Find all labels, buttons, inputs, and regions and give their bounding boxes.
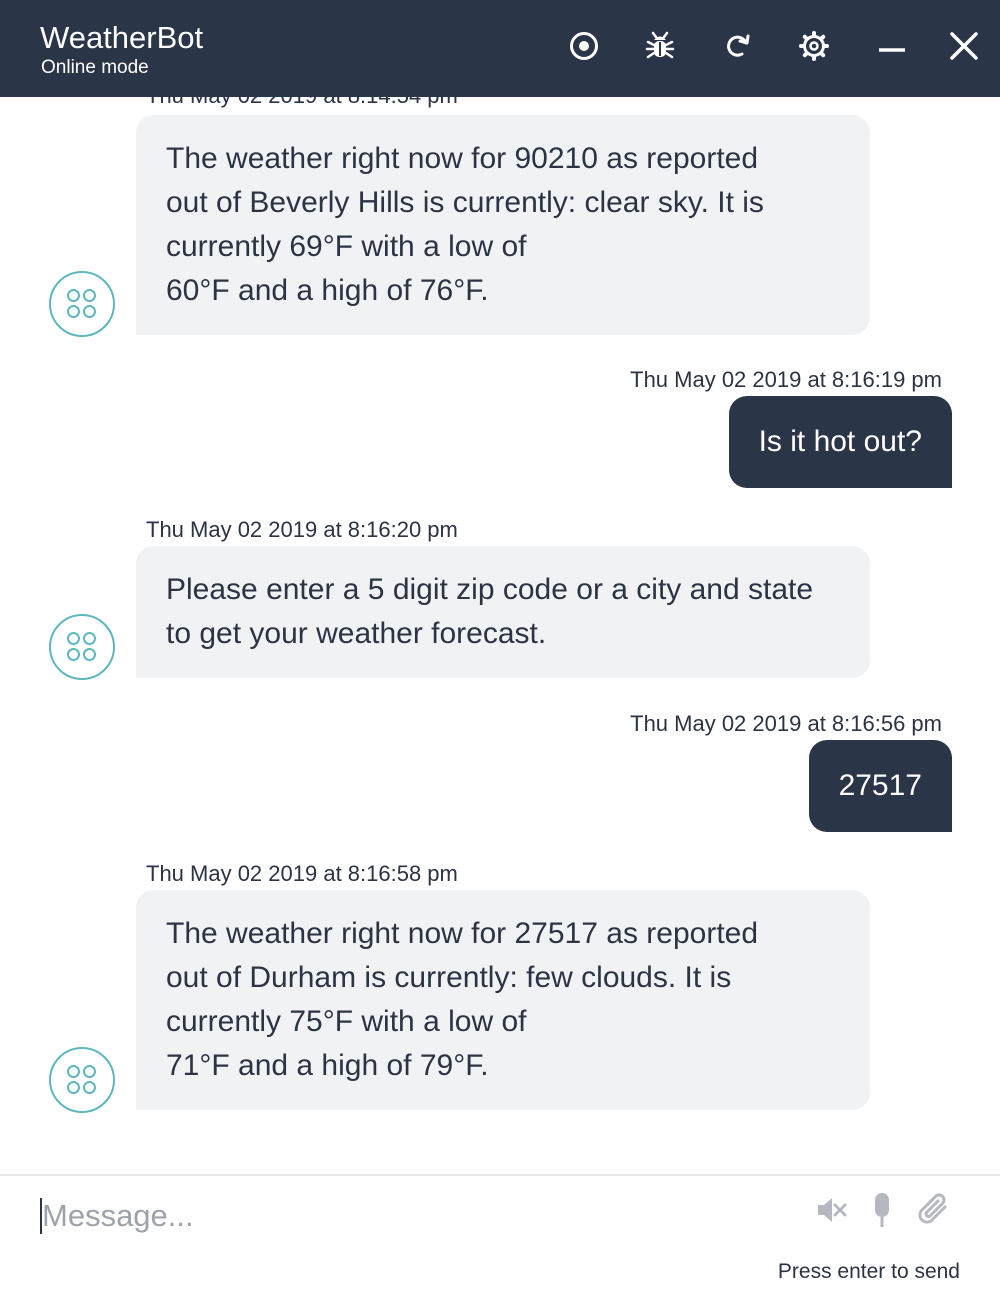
chat-header: WeatherBot Online mode — [0, 0, 1000, 97]
minimize-icon — [879, 48, 905, 52]
refresh-button[interactable] — [716, 24, 760, 68]
chat-window: WeatherBot Online mode The weather right… — [0, 0, 1000, 1296]
message-line: to get your weather forecast. — [166, 617, 547, 650]
message-line: Please enter a 5 digit zip code or a cit… — [166, 573, 814, 606]
bot-avatar — [49, 614, 115, 680]
user-message-bubble: 27517 — [808, 740, 952, 832]
message-line: 71°F and a high of 79°F. — [166, 1049, 489, 1082]
close-icon — [950, 32, 978, 60]
settings-button[interactable] — [792, 24, 836, 68]
close-button[interactable] — [942, 24, 986, 68]
paperclip-icon — [918, 1193, 947, 1224]
message-line: currently 69°F with a low of — [166, 230, 527, 263]
message-input[interactable] — [42, 1192, 782, 1240]
message-timestamp: Thu May 02 2019 at 8:16:56 pm — [630, 711, 942, 736]
bot-message-bubble: Please enter a 5 digit zip code or a cit… — [136, 546, 870, 678]
message-line: out of Beverly Hills is currently: clear… — [166, 186, 764, 219]
message-line: 60°F and a high of 76°F. — [166, 274, 489, 307]
message-timestamp: Thu May 02 2019 at 8:16:19 pm — [630, 367, 942, 392]
bot-avatar — [49, 271, 115, 337]
message-line: out of Durham is currently: few clouds. … — [166, 961, 732, 994]
connection-status: Online mode — [41, 57, 149, 78]
bot-title: WeatherBot — [40, 20, 204, 55]
voice-input-button[interactable] — [862, 1188, 902, 1232]
microphone-icon — [875, 1193, 889, 1227]
refresh-icon — [727, 34, 750, 57]
message-timestamp: Thu May 02 2019 at 8:16:58 pm — [146, 861, 458, 886]
record-icon — [570, 32, 598, 60]
message-line: The weather right now for 90210 as repor… — [166, 142, 759, 175]
message-timestamp: Thu May 02 2019 at 8:16:20 pm — [146, 517, 458, 542]
mute-button[interactable] — [812, 1188, 852, 1232]
bot-message-bubble: The weather right now for 27517 as repor… — [136, 890, 870, 1110]
message-list[interactable]: Thu May 02 2019 at 8:14:54 pm The weathe… — [0, 97, 1000, 1175]
minimize-button[interactable] — [870, 24, 914, 68]
bot-avatar — [49, 1047, 115, 1113]
speaker-muted-icon — [818, 1198, 847, 1222]
bug-icon — [645, 31, 675, 59]
message-line: The weather right now for 27517 as repor… — [166, 917, 759, 950]
record-button[interactable] — [562, 24, 606, 68]
gear-icon — [799, 31, 829, 61]
bot-message-bubble: The weather right now for 90210 as repor… — [136, 115, 870, 335]
message-line: currently 75°F with a low of — [166, 1005, 527, 1038]
debug-button[interactable] — [638, 24, 682, 68]
user-message-bubble: Is it hot out? — [728, 396, 952, 488]
message-composer: Press enter to send — [0, 1174, 1000, 1296]
message-timestamp: Thu May 02 2019 at 8:14:54 pm — [146, 97, 458, 109]
attach-button[interactable] — [914, 1188, 954, 1232]
send-hint: Press enter to send — [777, 1260, 960, 1283]
